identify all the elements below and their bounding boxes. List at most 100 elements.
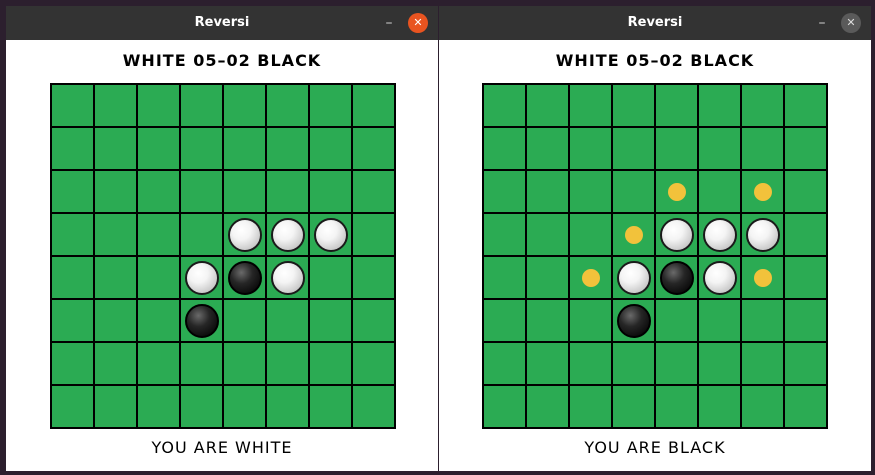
board-cell[interactable] xyxy=(138,343,179,384)
valid-move-hint[interactable] xyxy=(667,182,686,201)
board-cell[interactable] xyxy=(310,128,351,169)
board-cell[interactable] xyxy=(570,171,611,212)
board-cell[interactable] xyxy=(656,171,697,212)
board-cell[interactable] xyxy=(310,214,351,255)
board-cell[interactable] xyxy=(656,343,697,384)
board-cell[interactable] xyxy=(267,300,308,341)
board-cell[interactable] xyxy=(785,214,826,255)
board-cell[interactable] xyxy=(484,128,525,169)
board-cell[interactable] xyxy=(484,300,525,341)
board-cell[interactable] xyxy=(656,300,697,341)
board-cell[interactable] xyxy=(95,257,136,298)
board-cell[interactable] xyxy=(656,257,697,298)
board-cell[interactable] xyxy=(570,300,611,341)
minimize-button[interactable]: – xyxy=(813,14,831,32)
board-cell[interactable] xyxy=(742,171,783,212)
board-cell[interactable] xyxy=(310,300,351,341)
board-cell[interactable] xyxy=(699,257,740,298)
board-cell[interactable] xyxy=(699,343,740,384)
board-cell[interactable] xyxy=(699,85,740,126)
board-cell[interactable] xyxy=(353,85,394,126)
board-cell[interactable] xyxy=(224,300,265,341)
board-cell[interactable] xyxy=(95,343,136,384)
board-cell[interactable] xyxy=(527,128,568,169)
board-cell[interactable] xyxy=(484,257,525,298)
board-cell[interactable] xyxy=(570,214,611,255)
board-cell[interactable] xyxy=(353,214,394,255)
board-cell[interactable] xyxy=(656,128,697,169)
board-cell[interactable] xyxy=(52,300,93,341)
valid-move-hint[interactable] xyxy=(753,182,772,201)
board-cell[interactable] xyxy=(353,128,394,169)
board-cell[interactable] xyxy=(527,343,568,384)
board-cell[interactable] xyxy=(95,386,136,427)
board-cell[interactable] xyxy=(613,300,654,341)
board-cell[interactable] xyxy=(785,85,826,126)
board-cell[interactable] xyxy=(527,171,568,212)
board-cell[interactable] xyxy=(95,214,136,255)
board-cell[interactable] xyxy=(785,128,826,169)
board-cell[interactable] xyxy=(224,171,265,212)
board-cell[interactable] xyxy=(138,128,179,169)
board-cell[interactable] xyxy=(181,386,222,427)
board-cell[interactable] xyxy=(224,343,265,384)
board-cell[interactable] xyxy=(742,257,783,298)
board-cell[interactable] xyxy=(224,386,265,427)
board-cell[interactable] xyxy=(570,343,611,384)
board-cell[interactable] xyxy=(484,343,525,384)
board-cell[interactable] xyxy=(613,257,654,298)
board-cell[interactable] xyxy=(613,214,654,255)
board-cell[interactable] xyxy=(527,85,568,126)
board-cell[interactable] xyxy=(613,128,654,169)
board-cell[interactable] xyxy=(742,300,783,341)
board-cell[interactable] xyxy=(484,386,525,427)
board-cell[interactable] xyxy=(267,214,308,255)
board-cell[interactable] xyxy=(527,214,568,255)
board-cell[interactable] xyxy=(310,257,351,298)
board-cell[interactable] xyxy=(785,171,826,212)
titlebar[interactable]: Reversi – ✕ xyxy=(439,6,871,40)
titlebar[interactable]: Reversi – ✕ xyxy=(6,6,438,40)
board-cell[interactable] xyxy=(785,257,826,298)
board-cell[interactable] xyxy=(310,343,351,384)
board-cell[interactable] xyxy=(353,300,394,341)
board-cell[interactable] xyxy=(613,386,654,427)
minimize-button[interactable]: – xyxy=(380,14,398,32)
close-button[interactable]: ✕ xyxy=(408,13,428,33)
board-cell[interactable] xyxy=(95,128,136,169)
board-cell[interactable] xyxy=(613,171,654,212)
valid-move-hint[interactable] xyxy=(581,268,600,287)
board-cell[interactable] xyxy=(310,386,351,427)
board-cell[interactable] xyxy=(699,300,740,341)
board-cell[interactable] xyxy=(353,257,394,298)
board-cell[interactable] xyxy=(656,85,697,126)
board-cell[interactable] xyxy=(138,386,179,427)
board-cell[interactable] xyxy=(699,386,740,427)
board-cell[interactable] xyxy=(181,128,222,169)
board-cell[interactable] xyxy=(181,257,222,298)
board-cell[interactable] xyxy=(138,257,179,298)
board-cell[interactable] xyxy=(484,171,525,212)
board-cell[interactable] xyxy=(267,257,308,298)
board-cell[interactable] xyxy=(181,171,222,212)
board-cell[interactable] xyxy=(267,343,308,384)
board-cell[interactable] xyxy=(613,343,654,384)
board-cell[interactable] xyxy=(785,386,826,427)
valid-move-hint[interactable] xyxy=(753,268,772,287)
board-cell[interactable] xyxy=(310,85,351,126)
board-cell[interactable] xyxy=(785,300,826,341)
board-cell[interactable] xyxy=(138,171,179,212)
board-cell[interactable] xyxy=(224,128,265,169)
board-cell[interactable] xyxy=(742,85,783,126)
close-button[interactable]: ✕ xyxy=(841,13,861,33)
board-cell[interactable] xyxy=(613,85,654,126)
board-cell[interactable] xyxy=(353,386,394,427)
board-cell[interactable] xyxy=(742,343,783,384)
board-cell[interactable] xyxy=(95,300,136,341)
board-cell[interactable] xyxy=(181,343,222,384)
board-cell[interactable] xyxy=(527,386,568,427)
board-cell[interactable] xyxy=(224,85,265,126)
board-cell[interactable] xyxy=(353,343,394,384)
board-cell[interactable] xyxy=(310,171,351,212)
board-cell[interactable] xyxy=(570,128,611,169)
